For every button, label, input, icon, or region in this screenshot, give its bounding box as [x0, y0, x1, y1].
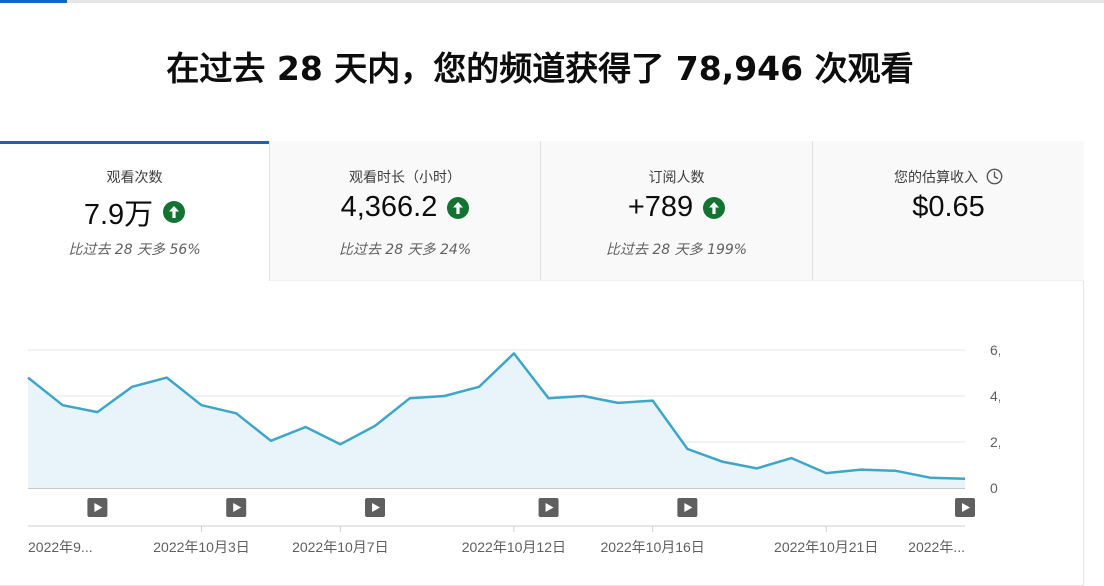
tab-value: +789 [627, 191, 694, 223]
metric-tabs: 观看次数 7.9万 比过去 28 天多 56% 观看时长（小时） 4,366.2… [0, 141, 1084, 281]
clock-icon[interactable] [986, 168, 1003, 189]
x-axis: 2022年9... 2022年10月3日 2022年10月7日 2022年10月12日… [28, 525, 965, 555]
video-marker-icon[interactable] [226, 498, 247, 517]
trend-up-icon [163, 201, 186, 223]
trend-up-icon [447, 196, 470, 219]
tab-label: 观看次数 [106, 170, 163, 186]
views-area [28, 353, 965, 488]
tab-value: $0.65 [912, 191, 985, 223]
tab-delta: 比过去 28 天多 199% [605, 242, 748, 258]
tab-label-text: 您的估算收入 [894, 170, 978, 186]
selected-tab-indicator [0, 141, 269, 144]
top-rule [0, 0, 1104, 3]
top-tab-indicator [0, 0, 67, 3]
tab-label: 订阅人数 [648, 170, 705, 186]
video-marker-icon[interactable] [538, 498, 559, 517]
tab-watch-time[interactable]: 观看时长（小时） 4,366.2 比过去 28 天多 24% [270, 141, 541, 281]
tab-delta: 比过去 28 天多 24% [338, 242, 472, 258]
tab-delta: 比过去 28 天多 56% [68, 242, 201, 258]
y-tick-label: 4,000 [990, 388, 1000, 404]
y-tick-label: 0 [990, 480, 998, 496]
tab-label: 观看时长（小时） [349, 170, 461, 186]
tab-views[interactable]: 观看次数 7.9万 比过去 28 天多 56% [0, 141, 270, 281]
video-marker-icon[interactable] [955, 498, 975, 517]
x-tick-label: 2022年10月3日 [153, 539, 250, 555]
video-marker-icon[interactable] [365, 498, 386, 517]
views-chart: 6,0004,0002,0000 2022年9...2022年10月3日2022… [27, 342, 1000, 555]
page-headline: 在过去 28 天内，您的频道获得了 78,946 次观看 [166, 49, 914, 88]
tab-value: 7.9万 [83, 199, 154, 231]
x-tick-label: 2022年10月16日 [601, 539, 705, 555]
x-tick-label: 2022年9... [28, 539, 93, 555]
video-marker-icon[interactable] [87, 498, 108, 517]
tab-subscribers[interactable]: 订阅人数 +789 比过去 28 天多 199% [541, 141, 813, 281]
trend-up-icon [703, 196, 726, 219]
y-tick-label: 2,000 [990, 434, 1000, 450]
x-tick-label: 2022年10月7日 [292, 539, 389, 555]
video-markers [87, 498, 975, 517]
tab-revenue[interactable]: 您的估算收入 $0.65 [813, 141, 1084, 281]
x-tick-label: 2022年... [908, 539, 965, 555]
tab-value: 4,366.2 [340, 191, 438, 223]
y-tick-label: 6,000 [990, 342, 1000, 358]
y-axis: 6,000 4,000 2,000 0 [990, 342, 1000, 496]
tab-label: 您的估算收入 [813, 167, 1084, 189]
x-tick-label: 2022年10月21日 [774, 539, 878, 555]
x-tick-label: 2022年10月12日 [462, 539, 566, 555]
video-marker-icon[interactable] [677, 498, 698, 517]
